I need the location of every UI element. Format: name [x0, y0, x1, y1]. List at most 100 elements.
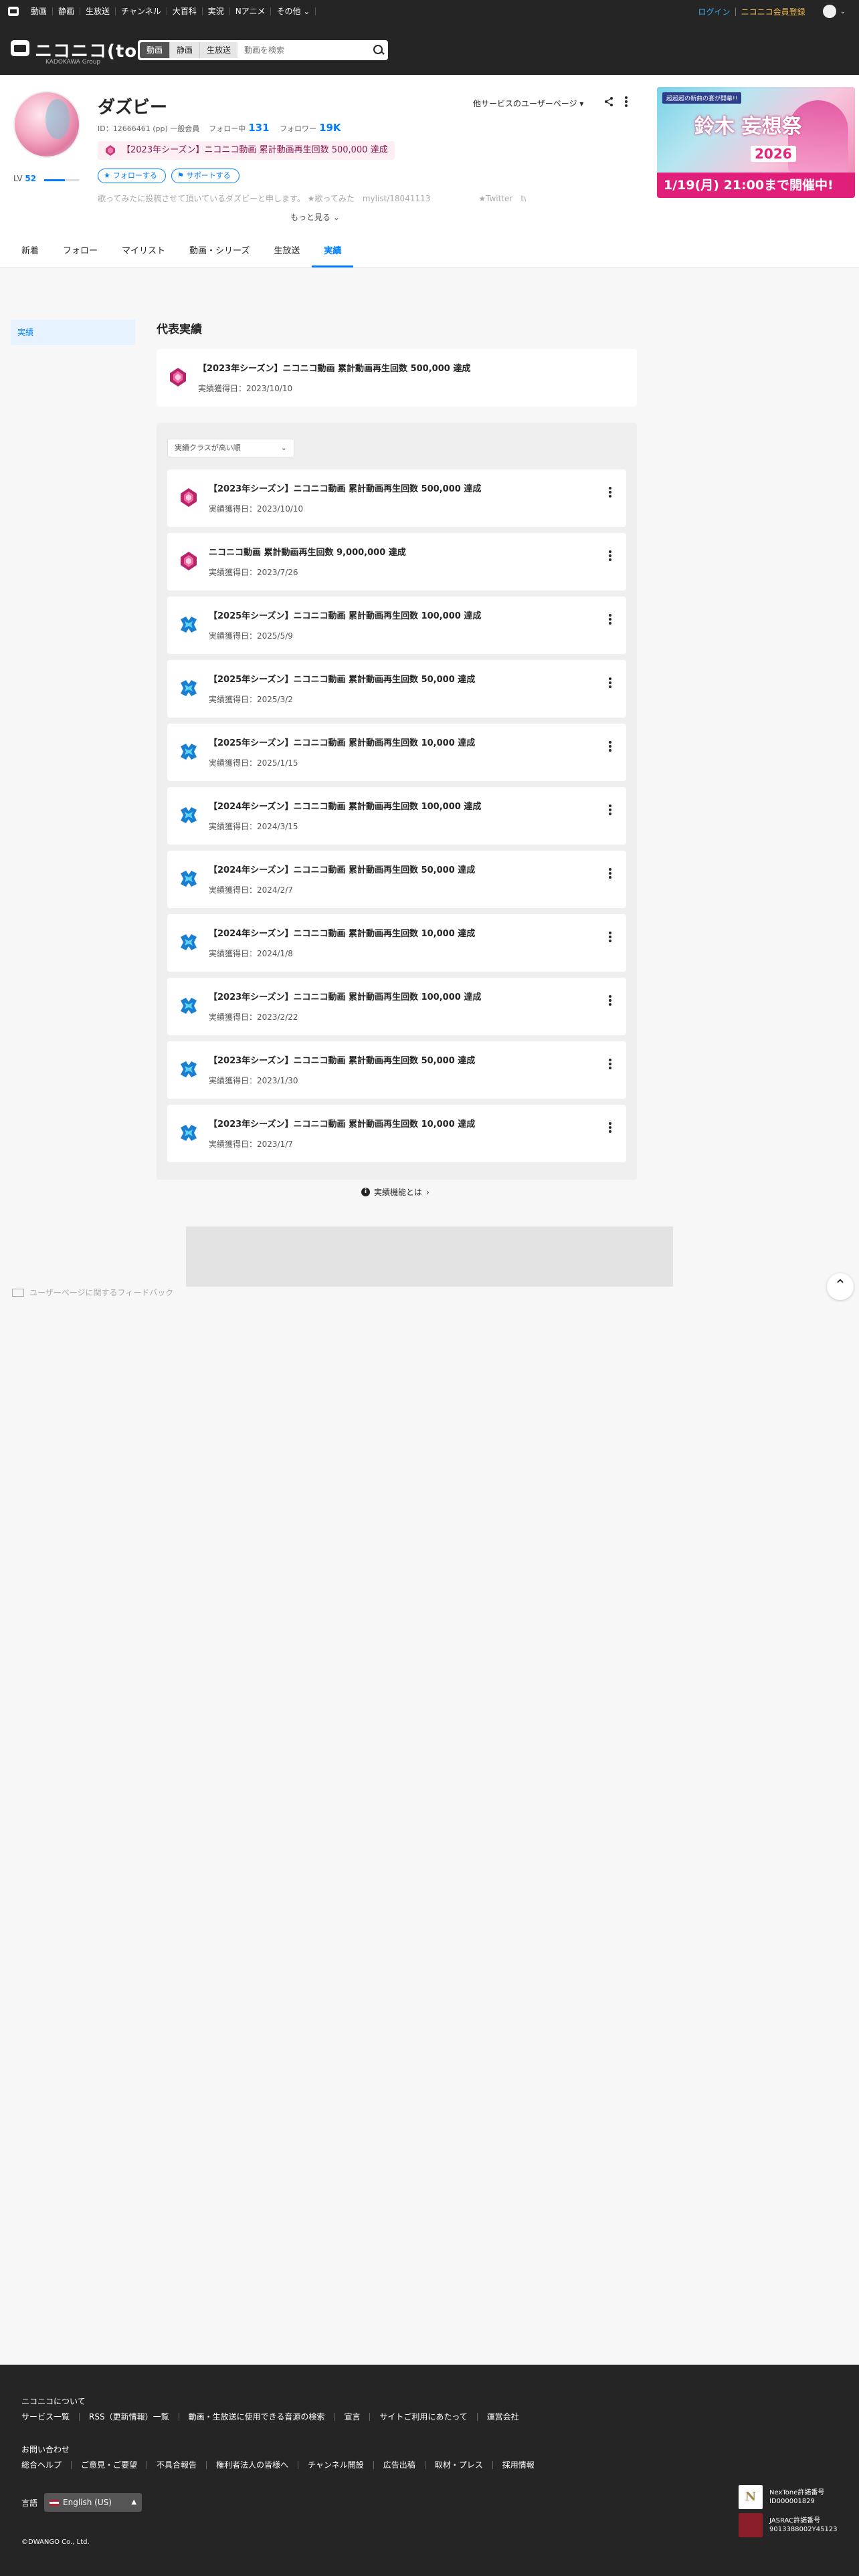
- chevron-down-icon: ⌄: [303, 7, 310, 16]
- achievement-date: 実績獲得日：2025/3/2: [209, 695, 293, 704]
- sort-select[interactable]: 実績クラスが高い順 ⌄: [167, 439, 294, 457]
- nav-link-live[interactable]: 生放送: [80, 7, 116, 15]
- followers-label: フォロワー: [280, 124, 317, 133]
- footer-link[interactable]: 運営会社: [478, 2413, 529, 2421]
- achievement-card: 【2025年シーズン】ニコニコ動画 累計動画再生回数 10,000 達成 実績獲得…: [167, 724, 626, 781]
- footer-link[interactable]: RSS（更新情報）一覧: [80, 2413, 179, 2421]
- search-tab-video[interactable]: 動画: [140, 42, 171, 58]
- representative-card: 【2023年シーズン】ニコニコ動画 累計動画再生回数 500,000 達成 実績…: [157, 349, 637, 407]
- representative-heading: 代表実績: [157, 323, 202, 336]
- level-label: LV 52: [13, 174, 36, 183]
- search-icon[interactable]: [370, 42, 386, 58]
- user-name: ダズビー: [98, 98, 168, 118]
- more-menu-icon[interactable]: [607, 994, 613, 1007]
- following-count[interactable]: 131: [248, 122, 269, 134]
- footer-link[interactable]: チャンネル開設: [298, 2461, 374, 2469]
- feedback-link[interactable]: ユーザーページに関するフィードバック: [12, 1287, 173, 1298]
- site-header: ニコニコ(to!) KADOKAWA Group 動画 静画 生放送: [0, 23, 859, 75]
- footer-link[interactable]: 取材・プレス: [425, 2461, 493, 2469]
- us-flag-icon: [50, 2500, 60, 2506]
- tab-follow[interactable]: フォロー: [51, 238, 110, 267]
- nav-link-channel[interactable]: チャンネル: [116, 7, 167, 15]
- register-link[interactable]: ニコニコ会員登録: [741, 6, 805, 17]
- footer-link[interactable]: サービス一覧: [21, 2413, 80, 2421]
- logo-subtext: KADOKAWA Group: [45, 59, 101, 66]
- profile-section: LV 52 ダズビー ID：12666461 (pp) 一般会員 フォロー中 13…: [0, 75, 859, 267]
- more-menu-icon[interactable]: [607, 1121, 613, 1134]
- footer-link[interactable]: 不具合報告: [147, 2461, 207, 2469]
- followers-count[interactable]: 19K: [319, 122, 341, 134]
- achievement-card: 【2023年シーズン】ニコニコ動画 累計動画再生回数 50,000 達成 実績獲得…: [167, 1041, 626, 1099]
- achievement-date: 実績獲得日：2023/1/30: [209, 1076, 298, 1085]
- more-menu-icon[interactable]: [607, 867, 613, 880]
- achievement-title: 【2023年シーズン】ニコニコ動画 累計動画再生回数 100,000 達成: [209, 992, 482, 1002]
- more-menu-icon[interactable]: [607, 1057, 613, 1071]
- level-progress-bar: [44, 179, 79, 181]
- more-menu-icon[interactable]: [607, 930, 613, 944]
- achievement-date: 実績獲得日：2025/1/15: [209, 758, 298, 768]
- nav-link-anime[interactable]: Nアニメ: [230, 7, 272, 15]
- nav-link-dic[interactable]: 大百科: [167, 7, 203, 15]
- tab-live[interactable]: 生放送: [262, 238, 312, 267]
- footer-link[interactable]: サイトご利用にあたって: [370, 2413, 478, 2421]
- support-label: サポートする: [186, 171, 231, 180]
- achievement-date: 実績獲得日：2024/2/7: [209, 885, 293, 895]
- more-menu-icon[interactable]: [607, 613, 613, 626]
- share-icon[interactable]: [603, 96, 614, 107]
- chevron-down-icon[interactable]: ⌄: [840, 8, 846, 15]
- nav-link-video[interactable]: 動画: [25, 7, 54, 15]
- support-button[interactable]: ⚑ サポートする: [171, 169, 240, 183]
- scroll-to-top-button[interactable]: ⌃: [827, 1273, 854, 1300]
- nav-link-jikkyo[interactable]: 実況: [203, 7, 230, 15]
- achievement-card: 【2025年シーズン】ニコニコ動画 累計動画再生回数 50,000 達成 実績獲得…: [167, 660, 626, 718]
- more-menu-icon[interactable]: [607, 676, 613, 689]
- jasrac-label: JASRAC許諾番号: [769, 2517, 821, 2525]
- search-input[interactable]: [237, 42, 370, 58]
- search-tab-live[interactable]: 生放送: [200, 42, 238, 58]
- follow-button[interactable]: ★ フォローする: [98, 169, 166, 183]
- nav-link-seiga[interactable]: 静画: [53, 7, 81, 15]
- featured-achievement-badge[interactable]: 【2023年シーズン】ニコニコ動画 累計動画再生回数 500,000 達成: [98, 141, 395, 160]
- other-services-label: 他サービスのユーザーページ: [473, 99, 577, 108]
- footer-link[interactable]: 動画・生放送に使用できる音源の検索: [179, 2413, 335, 2421]
- footer-link[interactable]: 採用情報: [493, 2461, 544, 2469]
- profile-tabs: 新着 フォロー マイリスト 動画・シリーズ 生放送 実績: [0, 238, 859, 267]
- footer-link[interactable]: 広告出稿: [374, 2461, 425, 2469]
- more-menu-icon[interactable]: [607, 486, 613, 499]
- sidebar-item-achievements[interactable]: 実績: [11, 320, 135, 345]
- global-nav: 動画 静画 生放送 チャンネル 大百科 実況 Nアニメ その他 ⌄ ログイン |…: [0, 0, 859, 23]
- language-select[interactable]: English (US) ▲: [44, 2493, 142, 2512]
- more-menu-icon[interactable]: [607, 549, 613, 562]
- more-menu-icon[interactable]: [607, 803, 613, 817]
- ad-placeholder: [186, 1226, 673, 1287]
- tab-achievements[interactable]: 実績: [312, 238, 354, 267]
- jasrac-number: 9013388002Y45123: [769, 2526, 838, 2533]
- mail-icon: [12, 1288, 24, 1297]
- tab-mylist[interactable]: マイリスト: [110, 238, 177, 267]
- achievement-date: 実績獲得日：2023/10/10: [198, 384, 293, 393]
- user-avatar-icon[interactable]: [822, 5, 836, 18]
- show-more-button[interactable]: もっと見る ⌄: [286, 210, 344, 224]
- other-services-dropdown[interactable]: 他サービスのユーザーページ ▾: [473, 98, 583, 109]
- footer-about-heading: ニコニコについて: [21, 2397, 86, 2406]
- achievement-title: 【2024年シーズン】ニコニコ動画 累計動画再生回数 100,000 達成: [209, 802, 482, 812]
- more-menu-icon[interactable]: [607, 740, 613, 753]
- footer-link[interactable]: 権利者法人の皆様へ: [207, 2461, 299, 2469]
- tab-videos-series[interactable]: 動画・シリーズ: [177, 238, 262, 267]
- caret-up-icon: ▲: [131, 2498, 137, 2506]
- nextone-number: ID000001829: [769, 2498, 815, 2505]
- flag-icon: ⚑: [177, 171, 184, 180]
- event-banner[interactable]: 超超超の新曲の宴が開幕!! 鈴木 妄想祭 2026 1/19(月) 21:00ま…: [657, 87, 855, 198]
- more-menu-icon[interactable]: [624, 95, 629, 108]
- help-link[interactable]: i 実績機能とは ›: [361, 1186, 430, 1198]
- search-tab-seiga[interactable]: 静画: [170, 42, 201, 58]
- tab-new[interactable]: 新着: [9, 238, 51, 267]
- footer-link[interactable]: 総合ヘルプ: [21, 2461, 72, 2469]
- footer-link[interactable]: 宣言: [335, 2413, 371, 2421]
- chevron-up-icon: ⌃: [834, 1277, 847, 1294]
- login-link[interactable]: ログイン: [698, 6, 731, 17]
- nav-link-more[interactable]: その他 ⌄: [271, 7, 316, 15]
- footer-link[interactable]: ご意見・ご要望: [72, 2461, 148, 2469]
- jasrac-license: JASRAC許諾番号 9013388002Y45123: [739, 2513, 838, 2537]
- niconico-icon[interactable]: [8, 7, 19, 16]
